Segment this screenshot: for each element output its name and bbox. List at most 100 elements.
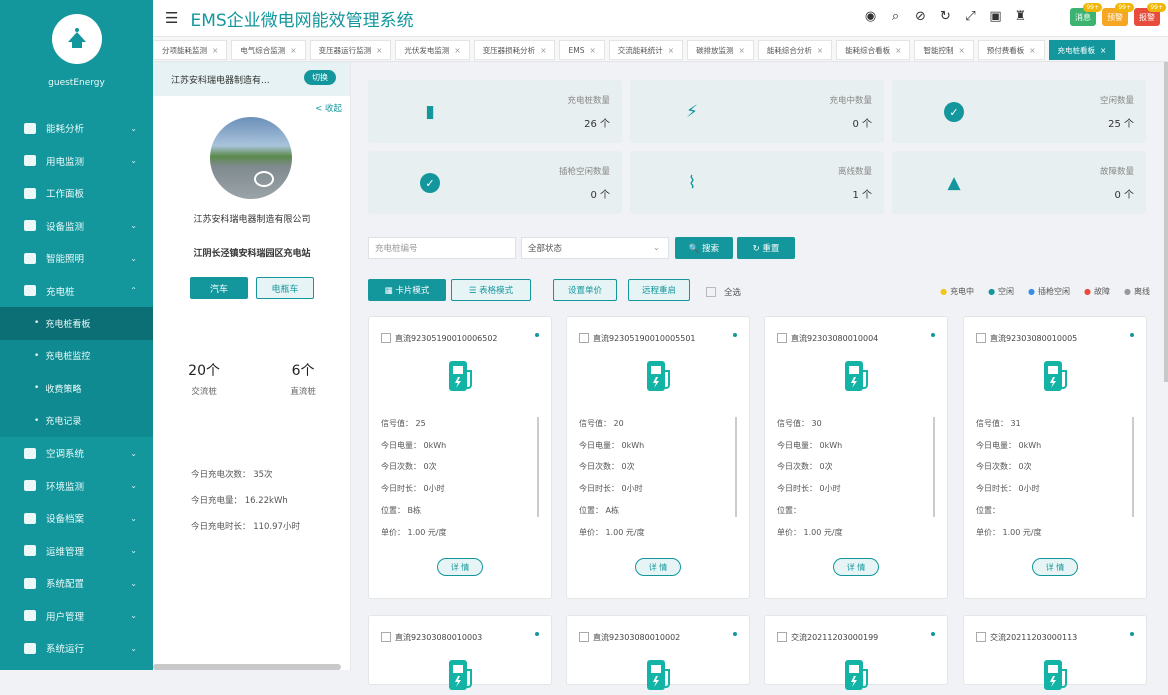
card-checkbox[interactable]	[777, 632, 787, 642]
shirt-icon[interactable]: ♜	[1013, 9, 1028, 24]
chevron-icon: ⌄	[130, 611, 137, 621]
sidebar-item[interactable]: 设备监测 ⌄	[0, 210, 153, 243]
user-circle-icon[interactable]: ◉	[863, 9, 878, 24]
card-scrollbar[interactable]	[933, 417, 935, 517]
tab[interactable]: 光伏发电监测	[395, 40, 470, 60]
tab[interactable]: 分项能耗监测	[153, 40, 228, 60]
refresh-icon[interactable]: ↻	[938, 9, 953, 24]
sidebar-item[interactable]: 能耗分析 ⌄	[0, 112, 153, 145]
tab[interactable]: 变压器损耗分析	[473, 40, 556, 60]
kpi-card: ▮ 充电桩数量 26 个	[368, 80, 622, 143]
sidebar-item[interactable]: 充电记录	[0, 404, 153, 437]
tab[interactable]: 变压器运行监测	[309, 40, 392, 60]
sidebar-item[interactable]: 空调系统 ⌄	[0, 437, 153, 470]
card-scrollbar[interactable]	[735, 417, 737, 517]
tab[interactable]: 电气综合监测	[231, 40, 306, 60]
collapse-link[interactable]: < 收起	[315, 102, 342, 114]
segment-car[interactable]: 汽车	[190, 277, 248, 299]
set-price-button[interactable]: 设置单价	[553, 279, 617, 301]
remote-restart-button[interactable]: 远程重启	[628, 279, 690, 301]
pile-card[interactable]: 直流92303080010002	[566, 615, 750, 690]
status-dot	[1130, 632, 1134, 636]
tab[interactable]: 碳排放监测	[687, 40, 754, 60]
status-select-value: 全部状态	[528, 244, 563, 254]
search-icon[interactable]: ⌕	[888, 9, 903, 24]
tab[interactable]: EMS	[559, 40, 605, 60]
card-scrollbar[interactable]	[1132, 417, 1134, 517]
detail-button[interactable]: 详 情	[635, 558, 681, 576]
card-checkbox[interactable]	[381, 632, 391, 642]
header-alert-button[interactable]: 报警 99+	[1134, 3, 1166, 26]
detail-button[interactable]: 详 情	[437, 558, 483, 576]
sidebar-item[interactable]: 充电桩看板	[0, 307, 153, 340]
card-header: 直流92305190010006502	[369, 327, 551, 349]
alert-label: 消息	[1075, 12, 1091, 22]
charger-icon: ▮	[425, 102, 435, 122]
status-dot	[733, 632, 737, 636]
sidebar-item[interactable]: 收费策略	[0, 372, 153, 405]
segment-ebike[interactable]: 电瓶车	[256, 277, 314, 299]
pile-price: 单价： 1.00 元/度	[976, 527, 1042, 537]
pile-card[interactable]: 直流92305190010005501 信号值： 20 今日电量： 0kWh 今日次数…	[566, 316, 750, 599]
sidebar-item[interactable]: 系统配置 ⌄	[0, 567, 153, 600]
lightning-icon: ⚡	[686, 102, 698, 122]
card-scrollbar[interactable]	[537, 417, 539, 517]
tab[interactable]: 智能控制	[914, 40, 974, 60]
pile-card[interactable]: 直流92303080010003	[368, 615, 552, 690]
card-checkbox[interactable]	[976, 333, 986, 343]
status-select[interactable]: 全部状态 ⌄	[521, 237, 669, 259]
fullscreen-icon[interactable]: ⤢	[963, 9, 978, 24]
card-checkbox[interactable]	[976, 632, 986, 642]
legend-item: 插枪空闲	[1028, 286, 1070, 297]
pile-card[interactable]: 交流20211203000199	[764, 615, 948, 690]
sidebar-item[interactable]: 用电监测 ⌄	[0, 145, 153, 178]
card-checkbox[interactable]	[579, 333, 589, 343]
pile-card[interactable]: 直流92305190010006502 信号值： 25 今日电量： 0kWh 今日次数…	[368, 316, 552, 599]
search-button[interactable]: 🔍 搜索	[675, 237, 733, 259]
pile-signal: 信号值： 25	[381, 419, 426, 428]
sidebar-item[interactable]: 设备档案 ⌄	[0, 502, 153, 535]
hamburger-icon[interactable]: ☰	[165, 9, 178, 27]
kpi-value: 0 个	[590, 190, 610, 201]
tab[interactable]: 能耗综合看板	[836, 40, 911, 60]
detail-button[interactable]: 详 情	[1032, 558, 1078, 576]
ac-count: 20个	[188, 363, 220, 379]
sidebar-item[interactable]: 工作面板	[0, 177, 153, 210]
card-mode-button[interactable]: ▦ 卡片模式	[368, 279, 446, 301]
list-mode-button[interactable]: ☰ 表格模式	[451, 279, 531, 301]
sidebar-item[interactable]: 系统运行 ⌄	[0, 632, 153, 665]
reset-button[interactable]: ↻ 重置	[737, 237, 795, 259]
sidebar-item-label: 设备监测	[46, 221, 85, 233]
switch-button[interactable]: 切换	[304, 70, 336, 85]
tab[interactable]: 预付费看板	[977, 40, 1045, 60]
sidebar-item[interactable]: 智能照明 ⌄	[0, 242, 153, 275]
pile-number-input[interactable]: 充电桩编号	[368, 237, 516, 259]
pile-card[interactable]: 交流20211203000113	[963, 615, 1147, 690]
mute-icon[interactable]: ⊘	[913, 9, 928, 24]
pile-card[interactable]: 直流92303080010005 信号值： 31 今日电量： 0kWh 今日次数： 0…	[963, 316, 1147, 599]
detail-button[interactable]: 详 情	[833, 558, 879, 576]
sidebar-item[interactable]: 运维管理 ⌄	[0, 535, 153, 568]
sidebar-item[interactable]: 用户管理 ⌄	[0, 600, 153, 633]
sidebar-item[interactable]: 环境监测 ⌄	[0, 470, 153, 503]
pile-card[interactable]: 直流92303080010004 信号值： 30 今日电量： 0kWh 今日次数： 0…	[764, 316, 948, 599]
pile-times: 今日次数： 0次	[381, 462, 437, 472]
card-checkbox[interactable]	[381, 333, 391, 343]
card-checkbox[interactable]	[579, 632, 589, 642]
header-alert-button[interactable]: 消息 99+	[1070, 3, 1102, 26]
pile-location: 位置：	[777, 505, 801, 515]
tab[interactable]: 充电桩看板	[1048, 40, 1116, 60]
header-alert-button[interactable]: 预警 99+	[1102, 3, 1134, 26]
sidebar-item[interactable]: 充电桩监控	[0, 339, 153, 372]
sidebar-item-label: 工作面板	[46, 189, 85, 201]
pile-duration: 今日时长： 0小时	[777, 484, 841, 494]
tab[interactable]: 能耗综合分析	[757, 40, 833, 60]
vertical-scrollbar[interactable]	[1164, 62, 1168, 382]
sidebar-item[interactable]: 充电桩 ⌃	[0, 275, 153, 308]
card-checkbox[interactable]	[777, 333, 787, 343]
tab[interactable]: 交流能耗统计	[608, 40, 684, 60]
horizontal-scrollbar[interactable]	[153, 664, 341, 670]
terminal-icon[interactable]: ▣	[988, 9, 1003, 24]
chevron-icon: ⌄	[130, 546, 137, 556]
select-all-checkbox[interactable]: 全选	[706, 286, 741, 298]
